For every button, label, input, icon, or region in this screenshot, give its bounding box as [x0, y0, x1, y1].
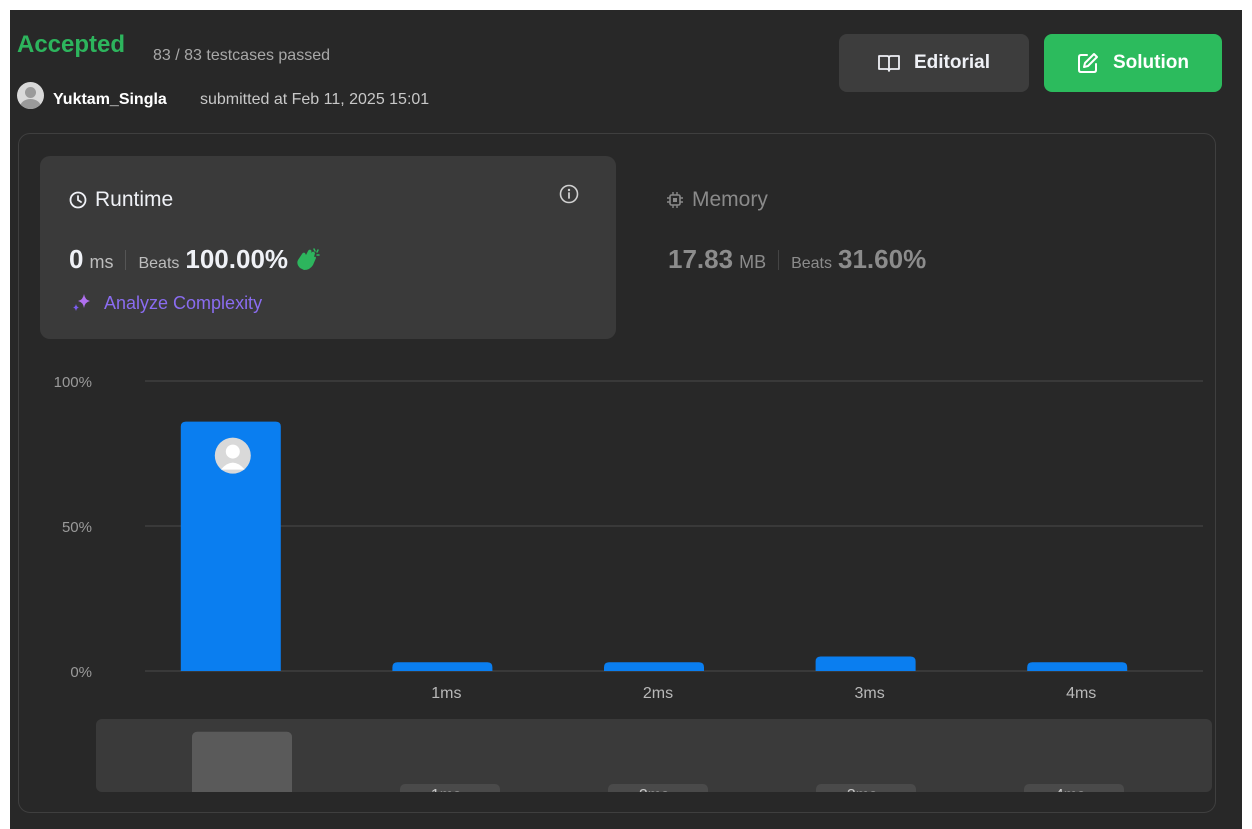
chart-overview-scrollbar[interactable]: 1ms 2ms 3ms 4ms [96, 719, 1212, 792]
memory-title-text: Memory [692, 188, 768, 211]
sparkle-icon [73, 294, 90, 311]
chart-bar [815, 656, 916, 671]
solution-label: Solution [1113, 52, 1189, 73]
analyze-label: Analyze Complexity [104, 292, 263, 313]
chart-bar [604, 662, 704, 671]
runtime-metric: 0 ms Beats 100.00% [69, 244, 320, 275]
memory-metric: 17.83 MB Beats 31.60% [668, 244, 926, 275]
chart-bar [1027, 662, 1128, 671]
y-tick-label: 50% [62, 519, 92, 536]
y-tick-label: 100% [54, 374, 92, 391]
memory-value: 17.83 [668, 244, 734, 274]
x-tick-label: 3ms [854, 685, 884, 700]
user-avatar[interactable] [17, 82, 44, 109]
book-icon [878, 55, 900, 72]
chip-icon [667, 192, 683, 208]
overview-bar [192, 731, 292, 792]
edit-icon [1078, 53, 1098, 73]
username-link[interactable]: Yuktam_Singla [53, 91, 167, 109]
memory-tab[interactable]: Memory [666, 188, 768, 212]
runtime-unit: ms [89, 252, 114, 272]
editorial-label: Editorial [913, 52, 990, 73]
divider [778, 249, 780, 270]
runtime-distribution-chart: 100% 50% 0% 1ms 2ms 3ms 4ms [54, 374, 1203, 700]
runtime-title: Runtime [69, 188, 173, 212]
runtime-beats: 100.00% [185, 244, 289, 274]
submitted-time: submitted at Feb 11, 2025 15:01 [200, 91, 430, 108]
overview-tick-label: 4ms [1055, 787, 1085, 792]
x-tick-label: 4ms [1066, 685, 1096, 700]
y-tick-label: 0% [70, 664, 92, 681]
avatar-head [225, 444, 240, 459]
analyze-complexity-link[interactable]: Analyze Complexity [70, 292, 262, 314]
chart-bar [392, 662, 493, 671]
overview-tick-label: 2ms [639, 787, 669, 792]
info-icon[interactable] [559, 184, 579, 204]
runtime-title-text: Runtime [95, 188, 174, 211]
editorial-button[interactable]: Editorial [839, 34, 1029, 92]
clock-icon [69, 191, 87, 209]
memory-unit: MB [739, 252, 767, 272]
runtime-beats-label: Beats [138, 255, 180, 272]
x-tick-label: 1ms [431, 685, 461, 700]
overview-tick-label: 1ms [431, 787, 461, 792]
status-title: Accepted [17, 31, 126, 58]
divider [125, 249, 127, 270]
testcases-passed: 83 / 83 testcases passed [153, 47, 330, 64]
solution-button[interactable]: Solution [1044, 34, 1222, 92]
runtime-value: 0 [69, 244, 84, 274]
clap-icon [297, 247, 320, 270]
overview-tick-label: 3ms [847, 787, 877, 792]
x-tick-label: 2ms [643, 685, 673, 700]
memory-beats: 31.60% [838, 244, 927, 274]
memory-beats-label: Beats [791, 255, 832, 272]
